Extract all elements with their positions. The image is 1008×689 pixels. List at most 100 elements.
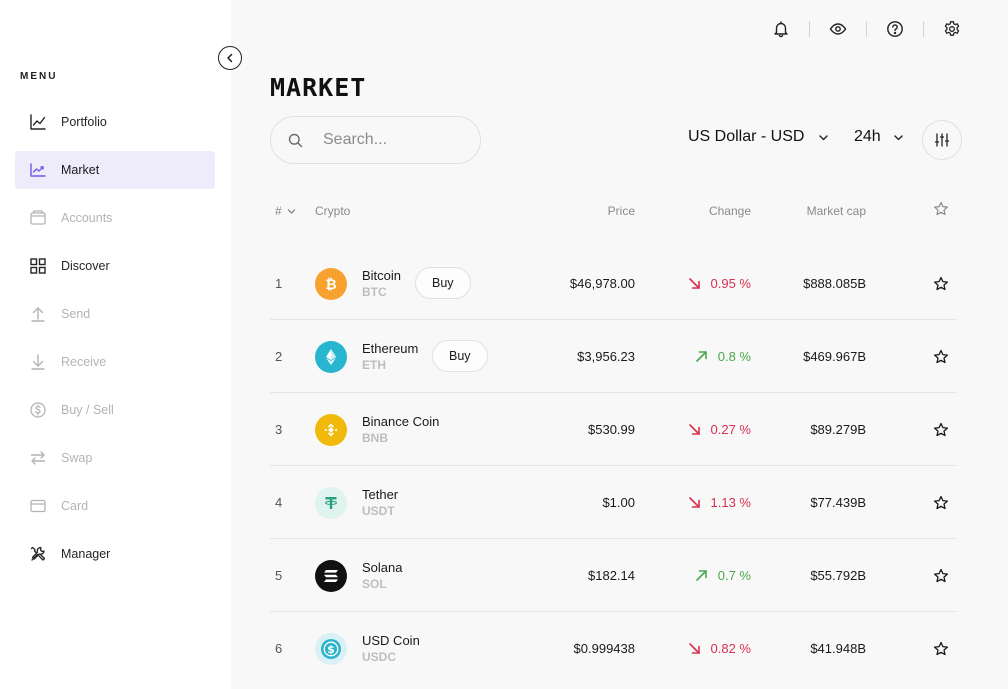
coin-symbol: USDC bbox=[362, 649, 397, 664]
svg-text:$: $ bbox=[327, 643, 335, 656]
sidebar-item-manager[interactable]: Manager bbox=[15, 535, 215, 573]
divider bbox=[809, 21, 810, 37]
chart-line-icon bbox=[29, 113, 47, 131]
table-row[interactable]: 1 ₿ Bitcoin BTC Buy $46,978.00 0.95 % $8… bbox=[270, 247, 957, 320]
favorite-star-icon[interactable] bbox=[933, 247, 949, 320]
coin-name-cell: Ethereum ETH bbox=[362, 320, 418, 393]
eye-icon[interactable] bbox=[826, 16, 850, 42]
help-icon[interactable] bbox=[883, 16, 907, 42]
coin-market-cap: $469.967B bbox=[803, 349, 866, 364]
change-value: 0.82 % bbox=[710, 641, 751, 656]
logo-cell bbox=[315, 320, 347, 393]
buy-button[interactable]: Buy bbox=[415, 267, 471, 299]
market-table-body: 1 ₿ Bitcoin BTC Buy $46,978.00 0.95 % $8… bbox=[270, 247, 957, 685]
table-row[interactable]: 2 Ethereum ETH Buy $3,956.23 0.8 % $469.… bbox=[270, 320, 957, 393]
change-value: 1.13 % bbox=[710, 495, 751, 510]
sidebar-item-buy-sell[interactable]: Buy / Sell bbox=[15, 391, 215, 429]
sidebar-item-accounts[interactable]: Accounts bbox=[15, 199, 215, 237]
sidebar-item-label: Market bbox=[61, 163, 100, 177]
currency-select[interactable]: US Dollar - USD bbox=[688, 128, 829, 146]
table-row[interactable]: 5 Solana SOL $182.14 0.7 % $55.792B bbox=[270, 539, 957, 612]
sidebar-item-label: Buy / Sell bbox=[61, 403, 114, 417]
change-value: 0.8 % bbox=[717, 349, 751, 364]
coin-market-cap: $888.085B bbox=[803, 276, 866, 291]
coin-symbol: BNB bbox=[362, 430, 388, 445]
search-box[interactable] bbox=[270, 116, 481, 164]
coin-name-cell: Tether USDT bbox=[362, 466, 398, 539]
arrow-down-icon bbox=[29, 353, 47, 371]
sidebar-item-label: Manager bbox=[61, 547, 111, 561]
solana-icon bbox=[315, 559, 347, 592]
binance-icon bbox=[315, 413, 347, 446]
coin-symbol: ETH bbox=[362, 357, 386, 372]
grid-icon bbox=[29, 257, 47, 275]
coin-price: $530.99 bbox=[588, 422, 635, 437]
coin-name: Ethereum bbox=[362, 340, 419, 356]
favorite-star-icon[interactable] bbox=[933, 612, 949, 685]
arrow-up-right-icon bbox=[695, 350, 708, 363]
sidebar: MENU Portfolio Market Accounts Discover bbox=[0, 0, 231, 689]
favorite-star-icon[interactable] bbox=[933, 539, 949, 612]
sidebar-item-label: Accounts bbox=[61, 211, 113, 225]
table-row[interactable]: 6 $ USD Coin USDC $0.999438 0.82 % $41.9… bbox=[270, 612, 957, 685]
rank-header-label: # bbox=[275, 204, 282, 218]
buy-button[interactable]: Buy bbox=[432, 340, 488, 372]
coin-price: $182.14 bbox=[588, 568, 635, 583]
favorites-star-icon[interactable] bbox=[933, 201, 949, 220]
collapse-sidebar-button[interactable] bbox=[218, 46, 242, 70]
search-input[interactable] bbox=[323, 131, 463, 149]
row-rank: 2 bbox=[275, 349, 283, 364]
coin-price: $46,978.00 bbox=[569, 276, 635, 291]
favorite-star-icon[interactable] bbox=[933, 466, 949, 539]
logo-cell: $ bbox=[315, 612, 347, 685]
period-select[interactable]: 24h bbox=[854, 128, 904, 146]
change-value: 0.27 % bbox=[710, 422, 751, 437]
swap-icon bbox=[29, 449, 47, 467]
table-row[interactable]: 3 Binance Coin BNB $530.99 0.27 % $89.27… bbox=[270, 393, 957, 466]
period-label: 24h bbox=[854, 128, 881, 145]
tether-icon bbox=[315, 486, 347, 519]
arrow-up-icon bbox=[29, 305, 47, 323]
favorite-star-icon[interactable] bbox=[933, 393, 949, 466]
card-icon bbox=[29, 497, 47, 515]
chevron-left-icon bbox=[224, 52, 236, 64]
table-header: # Crypto Price Change Market cap bbox=[270, 200, 957, 222]
coin-name-cell: Bitcoin BTC bbox=[362, 247, 401, 320]
coin-change: 1.13 % bbox=[688, 466, 751, 539]
sidebar-item-portfolio[interactable]: Portfolio bbox=[15, 103, 215, 141]
wallet-icon bbox=[29, 209, 47, 227]
price-column-header: Price bbox=[607, 204, 635, 218]
tools-icon bbox=[29, 545, 47, 563]
coin-name: Binance Coin bbox=[362, 413, 440, 429]
row-rank: 1 bbox=[275, 276, 283, 291]
bell-icon[interactable] bbox=[769, 16, 793, 42]
sidebar-item-swap[interactable]: Swap bbox=[15, 439, 215, 477]
chevron-down-icon bbox=[287, 207, 296, 216]
sidebar-item-receive[interactable]: Receive bbox=[15, 343, 215, 381]
logo-cell bbox=[315, 466, 347, 539]
arrow-down-right-icon bbox=[688, 423, 701, 436]
usd-coin-icon: $ bbox=[315, 632, 347, 665]
ethereum-icon bbox=[315, 340, 347, 373]
chevron-down-icon bbox=[818, 132, 829, 143]
coin-change: 0.7 % bbox=[695, 539, 751, 612]
filter-settings-button[interactable] bbox=[922, 120, 962, 160]
favorite-star-icon[interactable] bbox=[933, 320, 949, 393]
sidebar-item-label: Discover bbox=[61, 259, 110, 273]
coin-change: 0.82 % bbox=[688, 612, 751, 685]
search-icon bbox=[288, 133, 303, 148]
row-rank: 4 bbox=[275, 495, 283, 510]
sidebar-nav: Portfolio Market Accounts Discover Send bbox=[15, 103, 215, 583]
table-row[interactable]: 4 Tether USDT $1.00 1.13 % $77.439B bbox=[270, 466, 957, 539]
page-title: MARKET bbox=[270, 73, 367, 102]
gear-icon[interactable] bbox=[940, 16, 964, 42]
sidebar-item-discover[interactable]: Discover bbox=[15, 247, 215, 285]
menu-title: MENU bbox=[20, 71, 58, 82]
coin-price: $3,956.23 bbox=[577, 349, 635, 364]
coin-name-cell: USD Coin USDC bbox=[362, 612, 420, 685]
sidebar-item-card[interactable]: Card bbox=[15, 487, 215, 525]
sidebar-item-market[interactable]: Market bbox=[15, 151, 215, 189]
rank-column-header[interactable]: # bbox=[275, 204, 296, 218]
sidebar-item-send[interactable]: Send bbox=[15, 295, 215, 333]
coin-name: Bitcoin bbox=[362, 267, 402, 283]
